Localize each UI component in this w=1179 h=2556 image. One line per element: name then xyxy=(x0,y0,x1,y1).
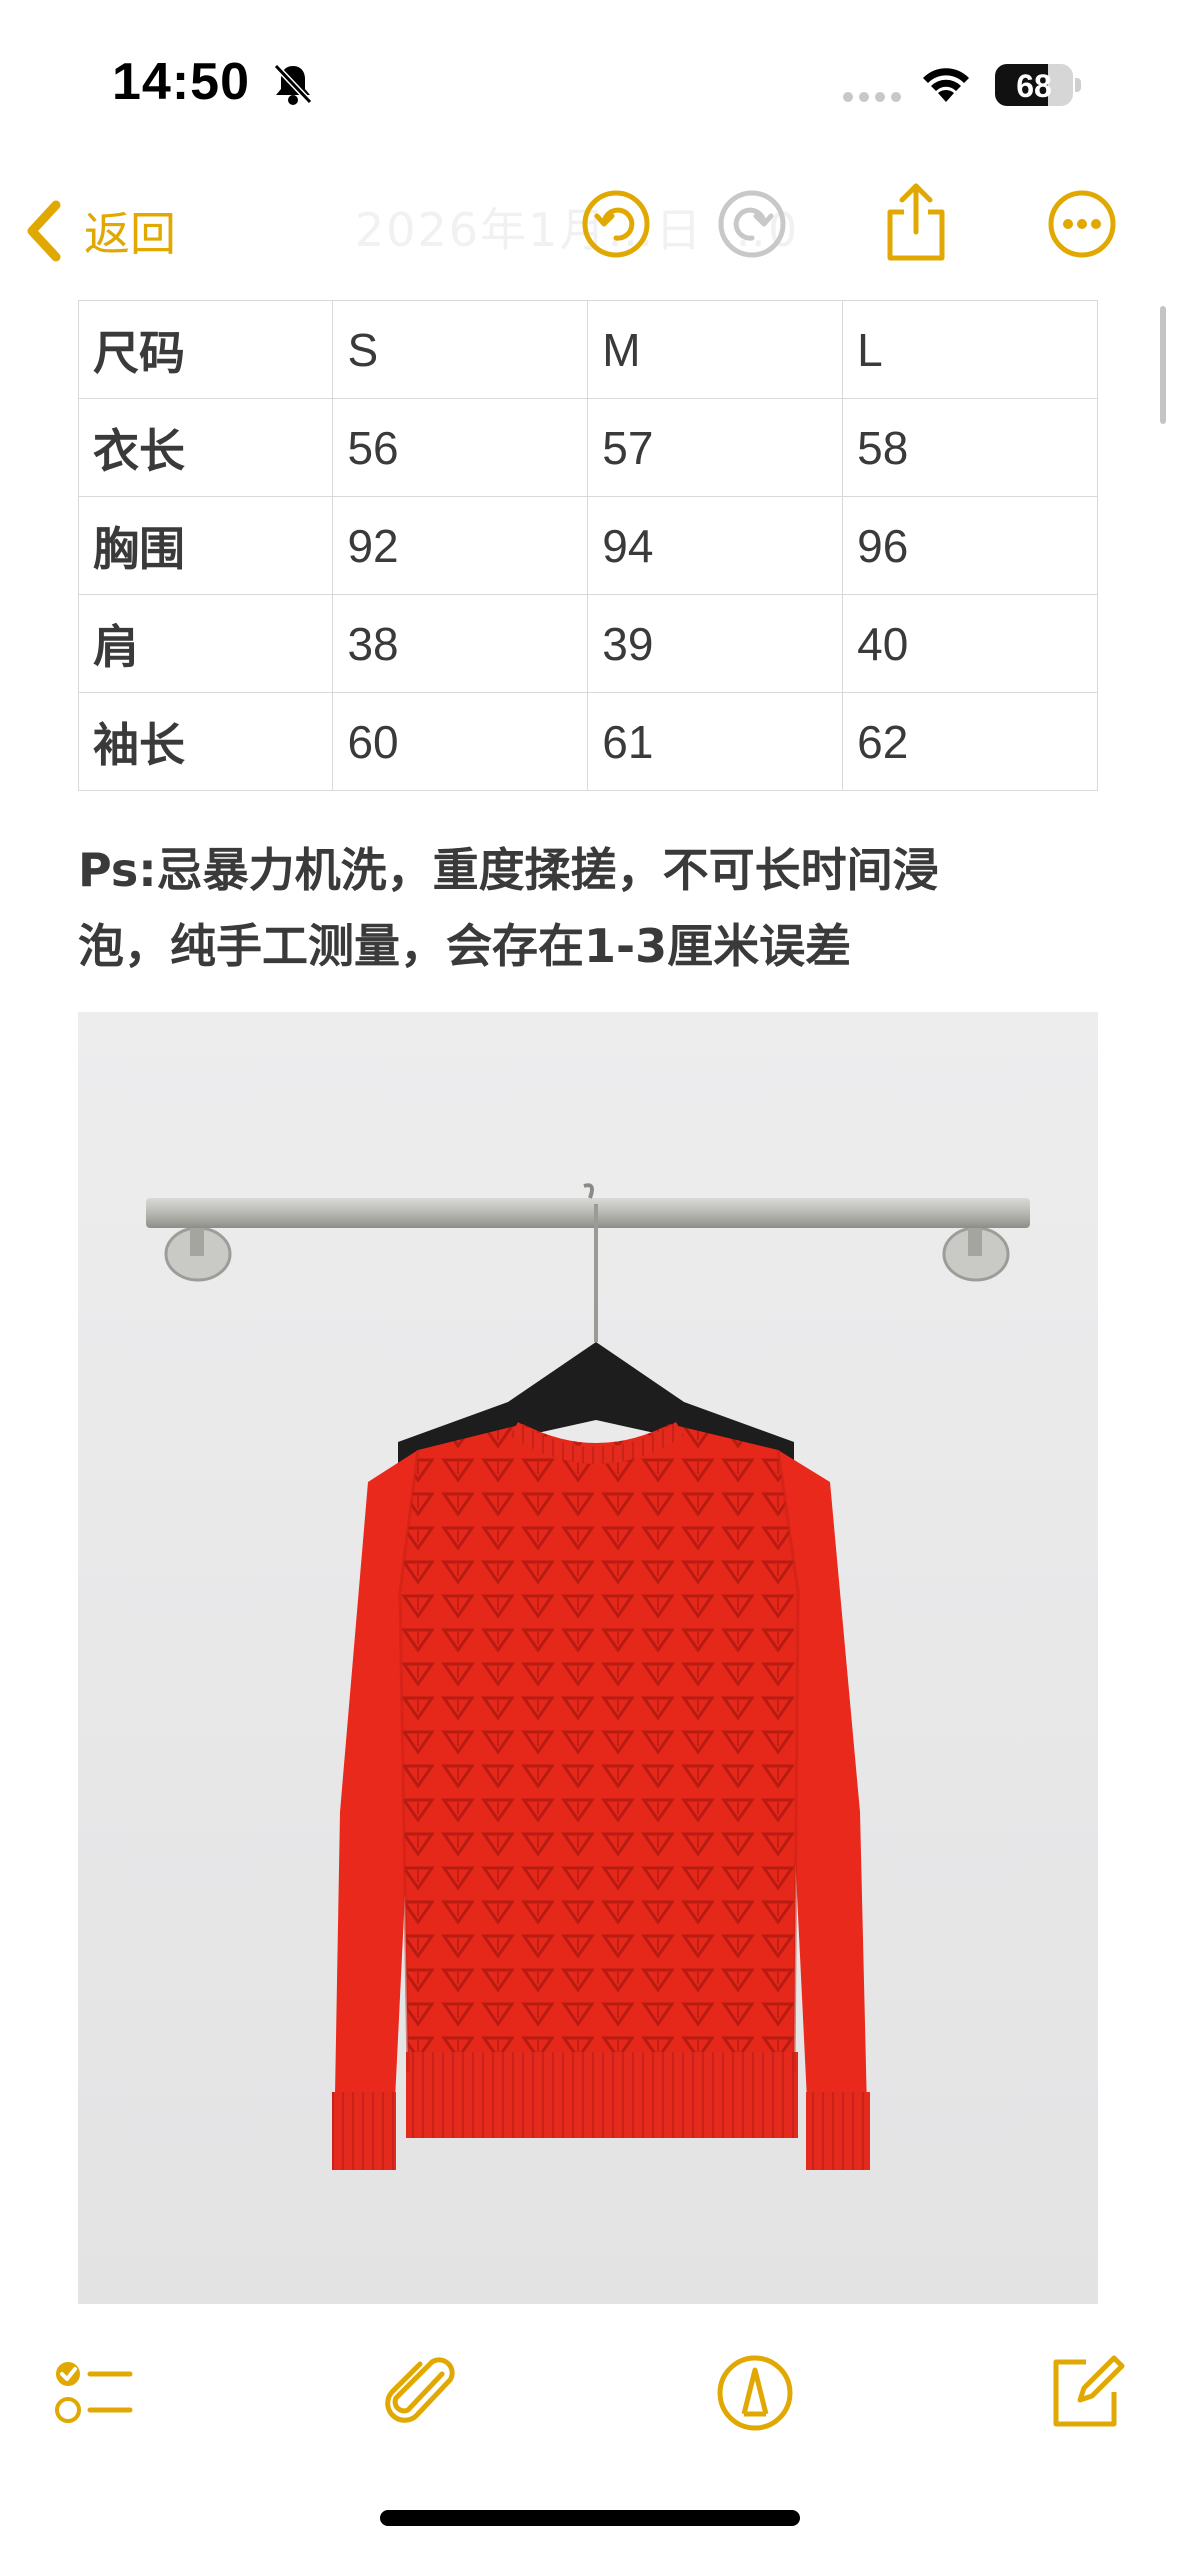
back-button[interactable]: 返回 xyxy=(24,198,176,264)
table-row: 胸围 92 94 96 xyxy=(77,496,1098,595)
bell-slash-icon xyxy=(273,63,313,105)
undo-icon[interactable] xyxy=(580,188,652,260)
back-label: 返回 xyxy=(84,207,176,261)
more-icon[interactable] xyxy=(1046,188,1118,260)
table-cell[interactable]: 40 xyxy=(842,594,1098,693)
checklist-icon[interactable] xyxy=(50,2348,140,2438)
table-cell[interactable]: 96 xyxy=(842,496,1098,595)
table-row: 衣长 56 57 58 xyxy=(77,398,1098,497)
table-cell[interactable]: 57 xyxy=(587,398,844,497)
care-note-line: Ps:忌暴力机洗，重度揉搓，不可长时间浸 xyxy=(78,843,939,897)
table-cell[interactable]: 56 xyxy=(332,398,589,497)
table-cell[interactable]: 92 xyxy=(332,496,589,595)
table-cell[interactable]: 39 xyxy=(587,594,844,693)
redo-icon[interactable] xyxy=(716,188,788,260)
table-cell[interactable]: 60 xyxy=(332,692,589,791)
table-cell[interactable]: S xyxy=(332,300,589,399)
table-row: 肩 38 39 40 xyxy=(77,594,1098,693)
size-table: 尺码 S M L 衣长 56 57 58 胸围 92 94 96 肩 38 39… xyxy=(77,300,1098,791)
status-bar: 14:50 68 xyxy=(0,0,1179,170)
table-cell[interactable]: 38 xyxy=(332,594,589,693)
battery-indicator: 68 xyxy=(995,64,1073,106)
compose-icon[interactable] xyxy=(1040,2348,1130,2438)
table-cell[interactable]: 61 xyxy=(587,692,844,791)
attachment-icon[interactable] xyxy=(378,2348,468,2438)
battery-level: 68 xyxy=(1016,68,1052,104)
care-note-line: 泡，纯手工测量，会存在1-3厘米误差 xyxy=(78,919,852,973)
share-icon[interactable] xyxy=(880,180,952,264)
care-note[interactable]: Ps:忌暴力机洗，重度揉搓，不可长时间浸 泡，纯手工测量，会存在1-3厘米误差 xyxy=(78,832,1078,984)
bottom-toolbar xyxy=(0,2320,1179,2470)
markup-icon[interactable] xyxy=(710,2348,800,2438)
home-indicator[interactable] xyxy=(380,2510,800,2526)
table-cell[interactable]: 58 xyxy=(842,398,1098,497)
scroll-indicator xyxy=(1160,306,1166,424)
sweater-photo-illustration xyxy=(78,1012,1098,2304)
table-row: 尺码 S M L xyxy=(77,300,1098,399)
table-cell[interactable]: 袖长 xyxy=(77,692,334,791)
table-cell[interactable]: 胸围 xyxy=(77,496,334,595)
table-cell[interactable]: 尺码 xyxy=(77,300,334,399)
table-cell[interactable]: 94 xyxy=(587,496,844,595)
navigation-bar: 返回 2026年1月…日 …0 xyxy=(0,170,1179,290)
table-cell[interactable]: L xyxy=(842,300,1098,399)
wifi-icon xyxy=(923,68,969,102)
table-cell[interactable]: 衣长 xyxy=(77,398,334,497)
table-cell[interactable]: 62 xyxy=(842,692,1098,791)
signal-icon xyxy=(843,92,901,102)
table-cell[interactable]: 肩 xyxy=(77,594,334,693)
status-time: 14:50 xyxy=(112,53,250,111)
sweater-photo[interactable] xyxy=(78,1012,1098,2304)
table-row: 袖长 60 61 62 xyxy=(77,692,1098,791)
table-cell[interactable]: M xyxy=(587,300,844,399)
back-chevron-icon xyxy=(27,200,61,262)
